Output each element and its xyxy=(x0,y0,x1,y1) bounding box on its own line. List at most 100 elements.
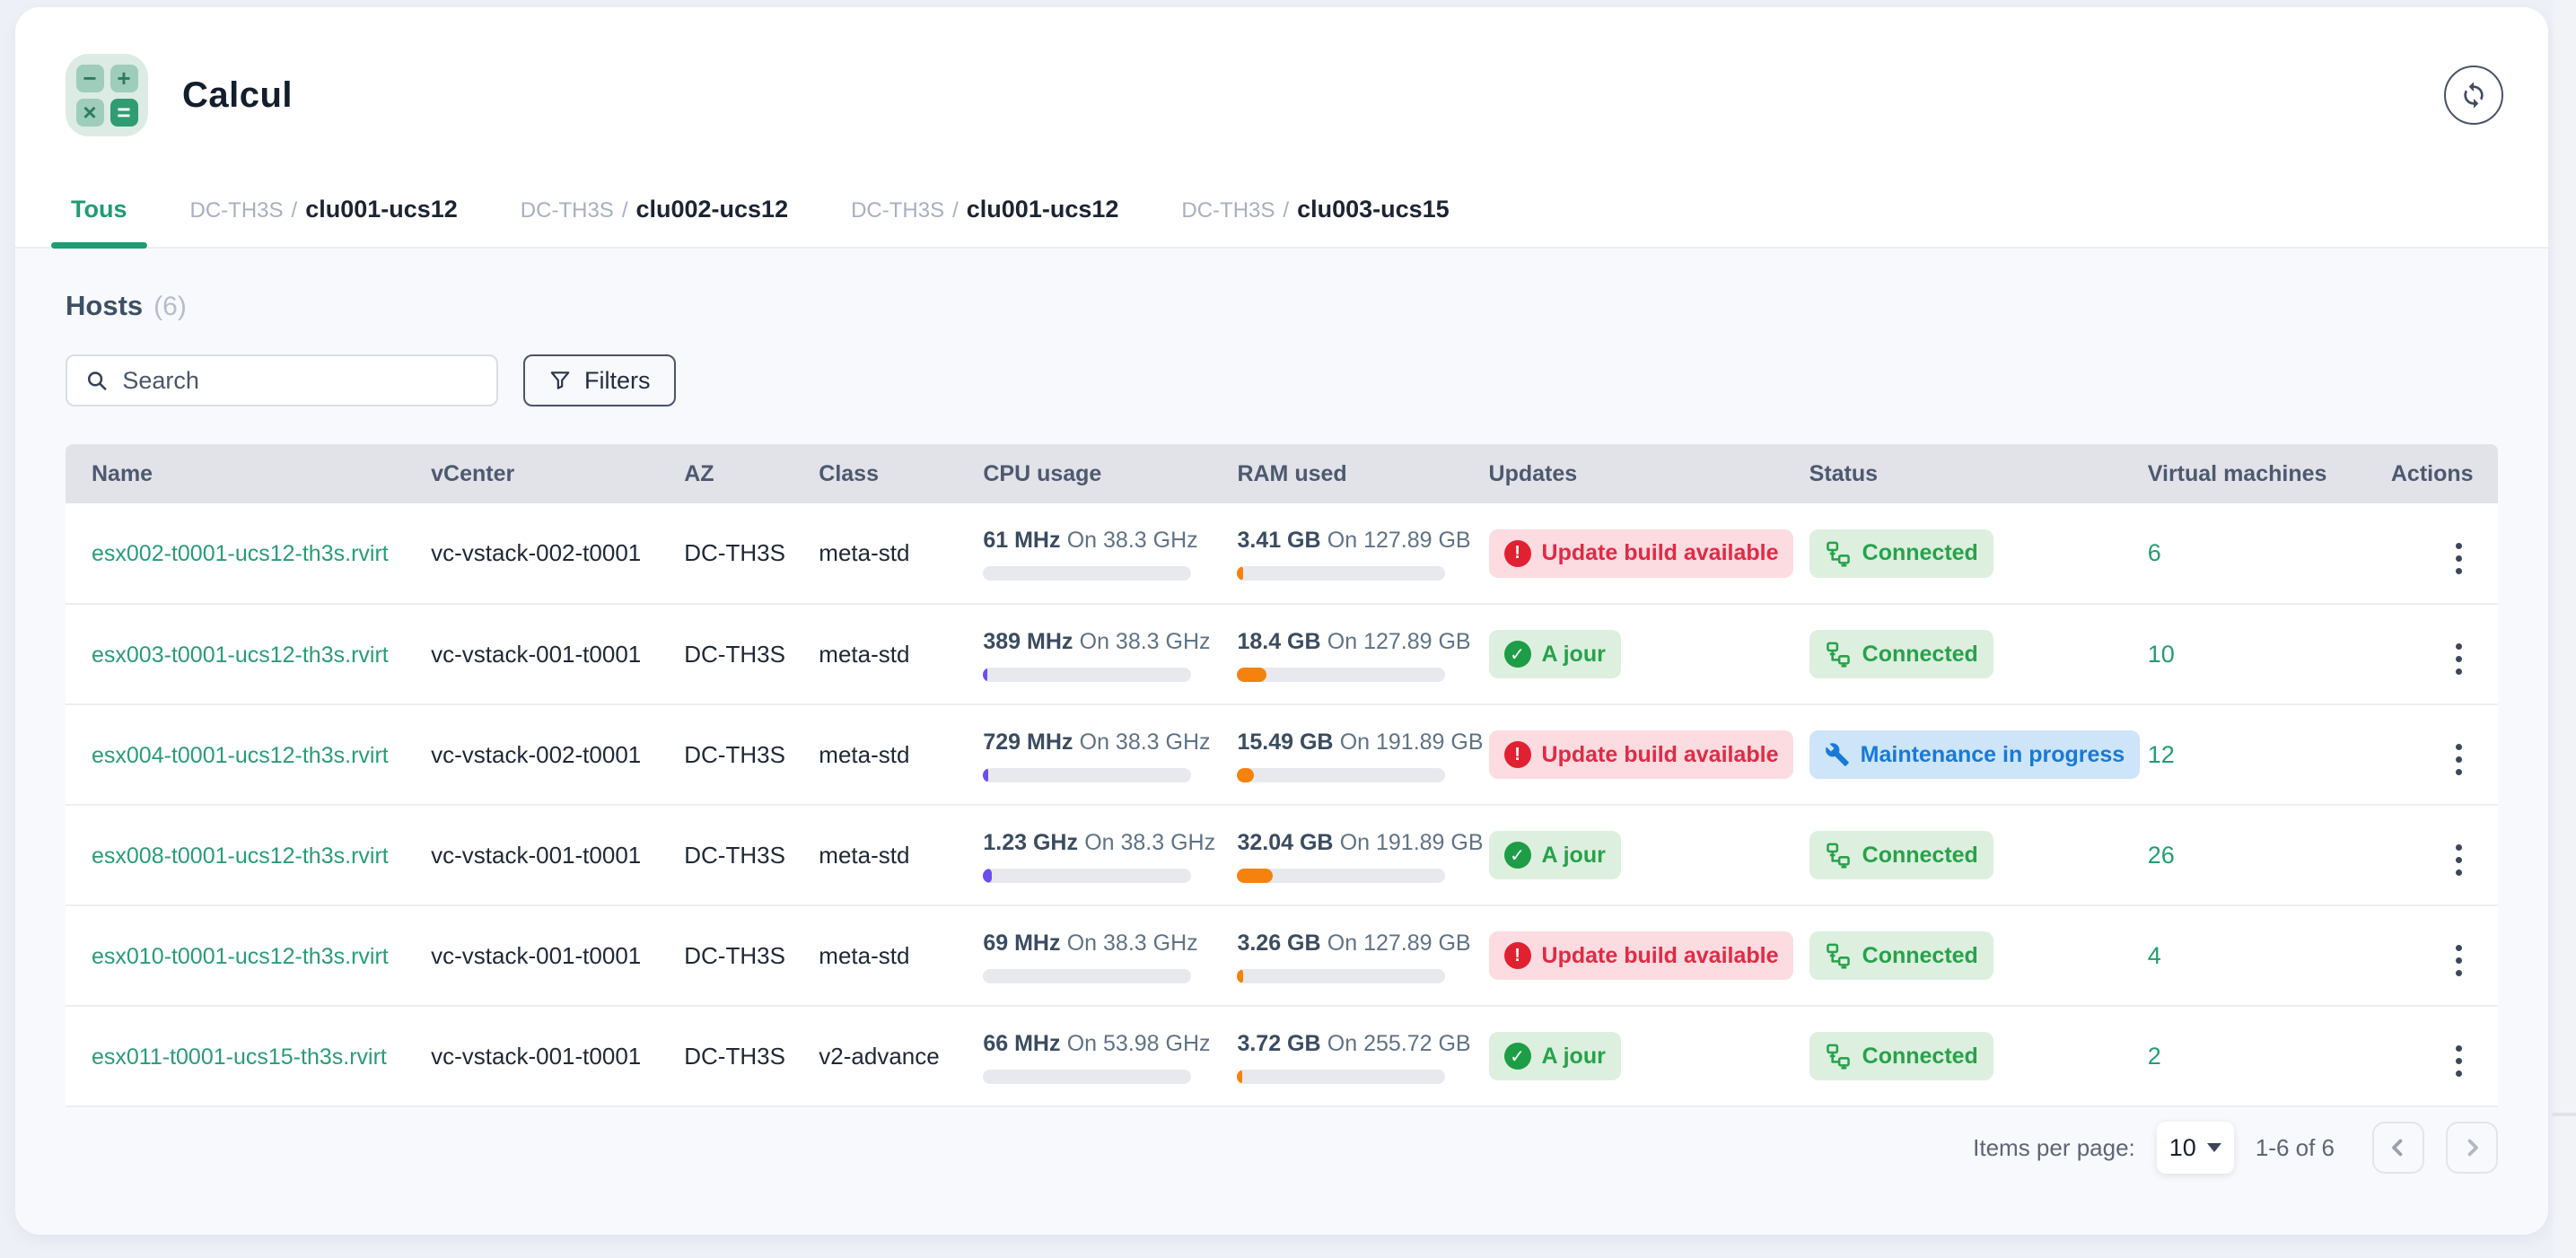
host-name-link[interactable]: esx004-t0001-ucs12-th3s.rvirt xyxy=(92,743,389,768)
cpu-progress-bar xyxy=(983,1070,1191,1084)
tab-cluster-2[interactable]: DC-TH3S / clu002-ucs12 xyxy=(515,196,793,247)
tab-tous[interactable]: Tous xyxy=(66,196,133,247)
check-icon: ✓ xyxy=(1504,842,1531,869)
equals-icon: = xyxy=(110,99,138,127)
next-page-button[interactable] xyxy=(2446,1122,2498,1174)
row-actions-menu[interactable] xyxy=(2450,839,2467,881)
col-actions: Actions xyxy=(2391,444,2498,503)
az-value: DC-TH3S xyxy=(684,539,785,566)
section-heading: Hosts (6) xyxy=(66,290,2498,322)
table-body: esx002-t0001-ucs12-th3s.rvirt vc-vstack-0… xyxy=(66,503,2498,1106)
search-icon xyxy=(85,368,108,393)
tab-cluster-1[interactable]: DC-TH3S / clu001-ucs12 xyxy=(185,196,463,247)
table-row: esx011-t0001-ucs15-th3s.rvirt vc-vstack-0… xyxy=(66,1006,2498,1106)
network-icon xyxy=(1825,641,1852,668)
alert-icon: ! xyxy=(1504,540,1531,567)
table-row: esx003-t0001-ucs12-th3s.rvirtvc-vstack-0… xyxy=(66,604,2498,704)
az-value: DC-TH3S xyxy=(684,641,785,668)
host-name-link[interactable]: esx010-t0001-ucs12-th3s.rvirt xyxy=(92,944,389,969)
multiply-icon: × xyxy=(76,99,104,127)
compute-card: − + × = Calcul Tous DC-TH3S / clu001-ucs… xyxy=(15,7,2548,1235)
vcenter-value: vc-vstack-002-t0001 xyxy=(431,741,641,768)
vm-count-link[interactable]: 26 xyxy=(2148,842,2175,869)
items-per-page-label: Items per page: xyxy=(1973,1134,2135,1162)
table-row: esx010-t0001-ucs12-th3s.rvirtvc-vstack-0… xyxy=(66,905,2498,1006)
cpu-progress-bar xyxy=(983,768,1191,782)
tab-cluster-3[interactable]: DC-TH3S / clu001-ucs12 xyxy=(846,196,1124,247)
vm-count-link[interactable]: 4 xyxy=(2148,942,2161,969)
ram-progress-bar xyxy=(1237,969,1445,983)
hosts-table: Name vCenter AZ Class CPU usage RAM used… xyxy=(66,444,2498,1107)
cpu-progress-bar xyxy=(983,869,1191,883)
col-name: Name xyxy=(66,444,431,503)
alert-icon: ! xyxy=(1504,942,1531,969)
ram-used: 32.04 GB On 191.89 GB xyxy=(1237,828,1488,883)
class-value: meta-std xyxy=(819,842,909,869)
network-icon xyxy=(1825,942,1852,969)
network-icon xyxy=(1825,1043,1852,1070)
status-badge: Connected xyxy=(1809,931,1993,980)
cpu-usage: 389 MHz On 38.3 GHz xyxy=(983,627,1237,682)
row-actions-menu[interactable] xyxy=(2450,738,2467,781)
page-size-select[interactable]: 10 xyxy=(2157,1122,2234,1174)
vcenter-value: vc-vstack-001-t0001 xyxy=(431,1043,641,1070)
refresh-button[interactable] xyxy=(2444,66,2503,125)
chevron-right-icon xyxy=(2458,1134,2485,1161)
host-name-link[interactable]: esx011-t0001-ucs15-th3s.rvirt xyxy=(92,1044,387,1070)
class-value: meta-std xyxy=(819,942,909,969)
page: { "header": { "title": "Calcul" }, "tabs… xyxy=(0,0,2576,1258)
network-icon xyxy=(1825,540,1852,567)
network-icon xyxy=(1825,842,1852,869)
ram-progress-bar xyxy=(1237,566,1445,581)
row-actions-menu[interactable] xyxy=(2450,638,2467,680)
az-value: DC-TH3S xyxy=(684,1043,785,1070)
updates-badge: !Update build available xyxy=(1489,730,1794,779)
background-divider xyxy=(2553,1113,2576,1116)
col-ram: RAM used xyxy=(1237,444,1488,503)
search-input[interactable] xyxy=(122,367,478,395)
toolbar: Filters xyxy=(66,354,2498,406)
ram-used: 3.72 GB On 255.72 GB xyxy=(1237,1029,1488,1084)
host-name-link[interactable]: esx002-t0001-ucs12-th3s.rvirt xyxy=(92,541,389,566)
az-value: DC-TH3S xyxy=(684,741,785,768)
ram-progress-bar xyxy=(1237,768,1445,782)
col-status: Status xyxy=(1809,444,2148,503)
previous-page-button[interactable] xyxy=(2372,1122,2424,1174)
col-vcenter: vCenter xyxy=(431,444,684,503)
status-badge: Connected xyxy=(1809,1032,1993,1080)
vm-count-link[interactable]: 12 xyxy=(2148,741,2175,768)
host-name-link[interactable]: esx003-t0001-ucs12-th3s.rvirt xyxy=(92,642,389,668)
row-actions-menu[interactable] xyxy=(2450,1040,2467,1082)
tab-label: Tous xyxy=(71,196,127,223)
calculator-icon: − + × = xyxy=(66,54,148,136)
maintenance-icon xyxy=(1825,742,1850,767)
caret-down-icon xyxy=(2207,1143,2221,1152)
az-value: DC-TH3S xyxy=(684,942,785,969)
tab-cluster-4[interactable]: DC-TH3S / clu003-ucs15 xyxy=(1176,196,1454,247)
class-value: v2-advance xyxy=(819,1043,939,1070)
status-badge: Maintenance in progress xyxy=(1809,730,2141,779)
check-icon: ✓ xyxy=(1504,1043,1531,1070)
status-badge: Connected xyxy=(1809,831,1993,879)
table-row: esx002-t0001-ucs12-th3s.rvirtvc-vstack-0… xyxy=(66,503,2498,604)
host-name-link[interactable]: esx008-t0001-ucs12-th3s.rvirt xyxy=(92,843,389,869)
row-actions-menu[interactable] xyxy=(2450,939,2467,982)
col-updates: Updates xyxy=(1489,444,1809,503)
status-badge: Connected xyxy=(1809,529,1993,578)
table-row: esx008-t0001-ucs12-th3s.rvirt vc-vstack-0… xyxy=(66,805,2498,905)
table-row: esx004-t0001-ucs12-th3s.rvirt vc-vstack-0… xyxy=(66,704,2498,805)
col-az: AZ xyxy=(684,444,819,503)
vm-count-link[interactable]: 2 xyxy=(2148,1043,2161,1070)
vm-count-link[interactable]: 10 xyxy=(2148,641,2175,668)
class-value: meta-std xyxy=(819,539,909,566)
cpu-progress-bar xyxy=(983,668,1191,682)
ram-used: 3.41 GB On 127.89 GB xyxy=(1237,526,1488,581)
vm-count-link[interactable]: 6 xyxy=(2148,539,2161,566)
row-actions-menu[interactable] xyxy=(2450,537,2467,580)
vcenter-value: vc-vstack-001-t0001 xyxy=(431,842,641,869)
filters-button[interactable]: Filters xyxy=(523,354,676,406)
background-page-edge xyxy=(2553,0,2576,1258)
hosts-count: (6) xyxy=(153,292,187,322)
cpu-usage: 69 MHz On 38.3 GHz xyxy=(983,929,1237,983)
cpu-usage: 1.23 GHz On 38.3 GHz xyxy=(983,828,1237,883)
